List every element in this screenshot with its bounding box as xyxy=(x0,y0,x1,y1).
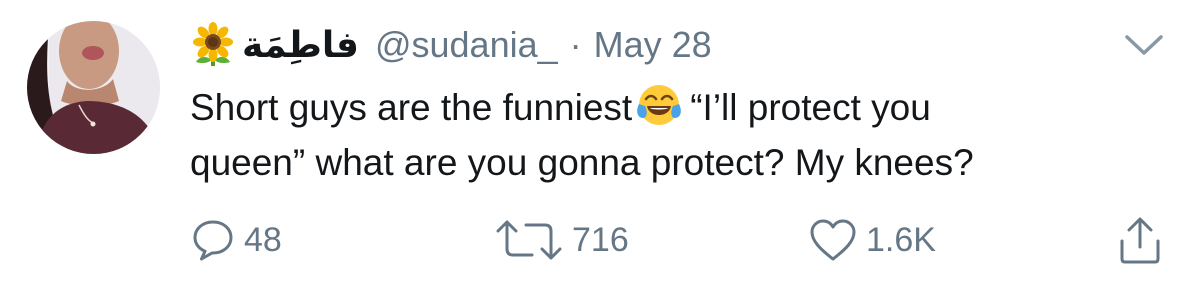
like-count: 1.6K xyxy=(866,220,936,259)
avatar[interactable] xyxy=(27,21,160,154)
retweet-count: 716 xyxy=(572,220,629,259)
tweet-header: فاطِمَة @sudania_ · May 28 xyxy=(190,20,712,70)
reply-button[interactable]: 48 xyxy=(190,212,282,268)
reply-count: 48 xyxy=(244,220,282,259)
user-handle[interactable]: @sudania_ xyxy=(375,24,558,66)
tweet-text-line-2: queen” what are you gonna protect? My kn… xyxy=(190,142,974,183)
reply-icon xyxy=(193,220,233,261)
like-button[interactable]: 1.6K xyxy=(808,212,936,268)
tweet-text-segment: “I’ll protect you xyxy=(690,87,931,128)
chevron-down-icon[interactable] xyxy=(1120,30,1168,60)
retweet-icon xyxy=(496,220,562,260)
share-icon xyxy=(1120,217,1160,264)
display-name[interactable]: فاطِمَة xyxy=(242,25,359,66)
sunflower-icon xyxy=(193,22,233,66)
retweet-button[interactable]: 716 xyxy=(494,212,629,268)
heart-icon xyxy=(810,219,856,261)
avatar-image xyxy=(27,21,160,154)
separator-dot: · xyxy=(569,24,582,65)
tweet-text-segment: Short guys are the funniest xyxy=(190,87,633,128)
face-with-tears-of-joy-icon xyxy=(637,85,682,125)
tweet-card: فاطِمَة @sudania_ · May 28 Short guys ar… xyxy=(0,0,1200,283)
tweet-actions: 48 716 1.6K xyxy=(0,212,1200,268)
tweet-text: Short guys are the funniest “I’ll protec… xyxy=(190,80,1150,190)
tweet-text-line-1: Short guys are the funniest “I’ll protec… xyxy=(190,80,1150,135)
share-button[interactable] xyxy=(1116,212,1164,268)
tweet-date[interactable]: May 28 xyxy=(594,24,712,66)
